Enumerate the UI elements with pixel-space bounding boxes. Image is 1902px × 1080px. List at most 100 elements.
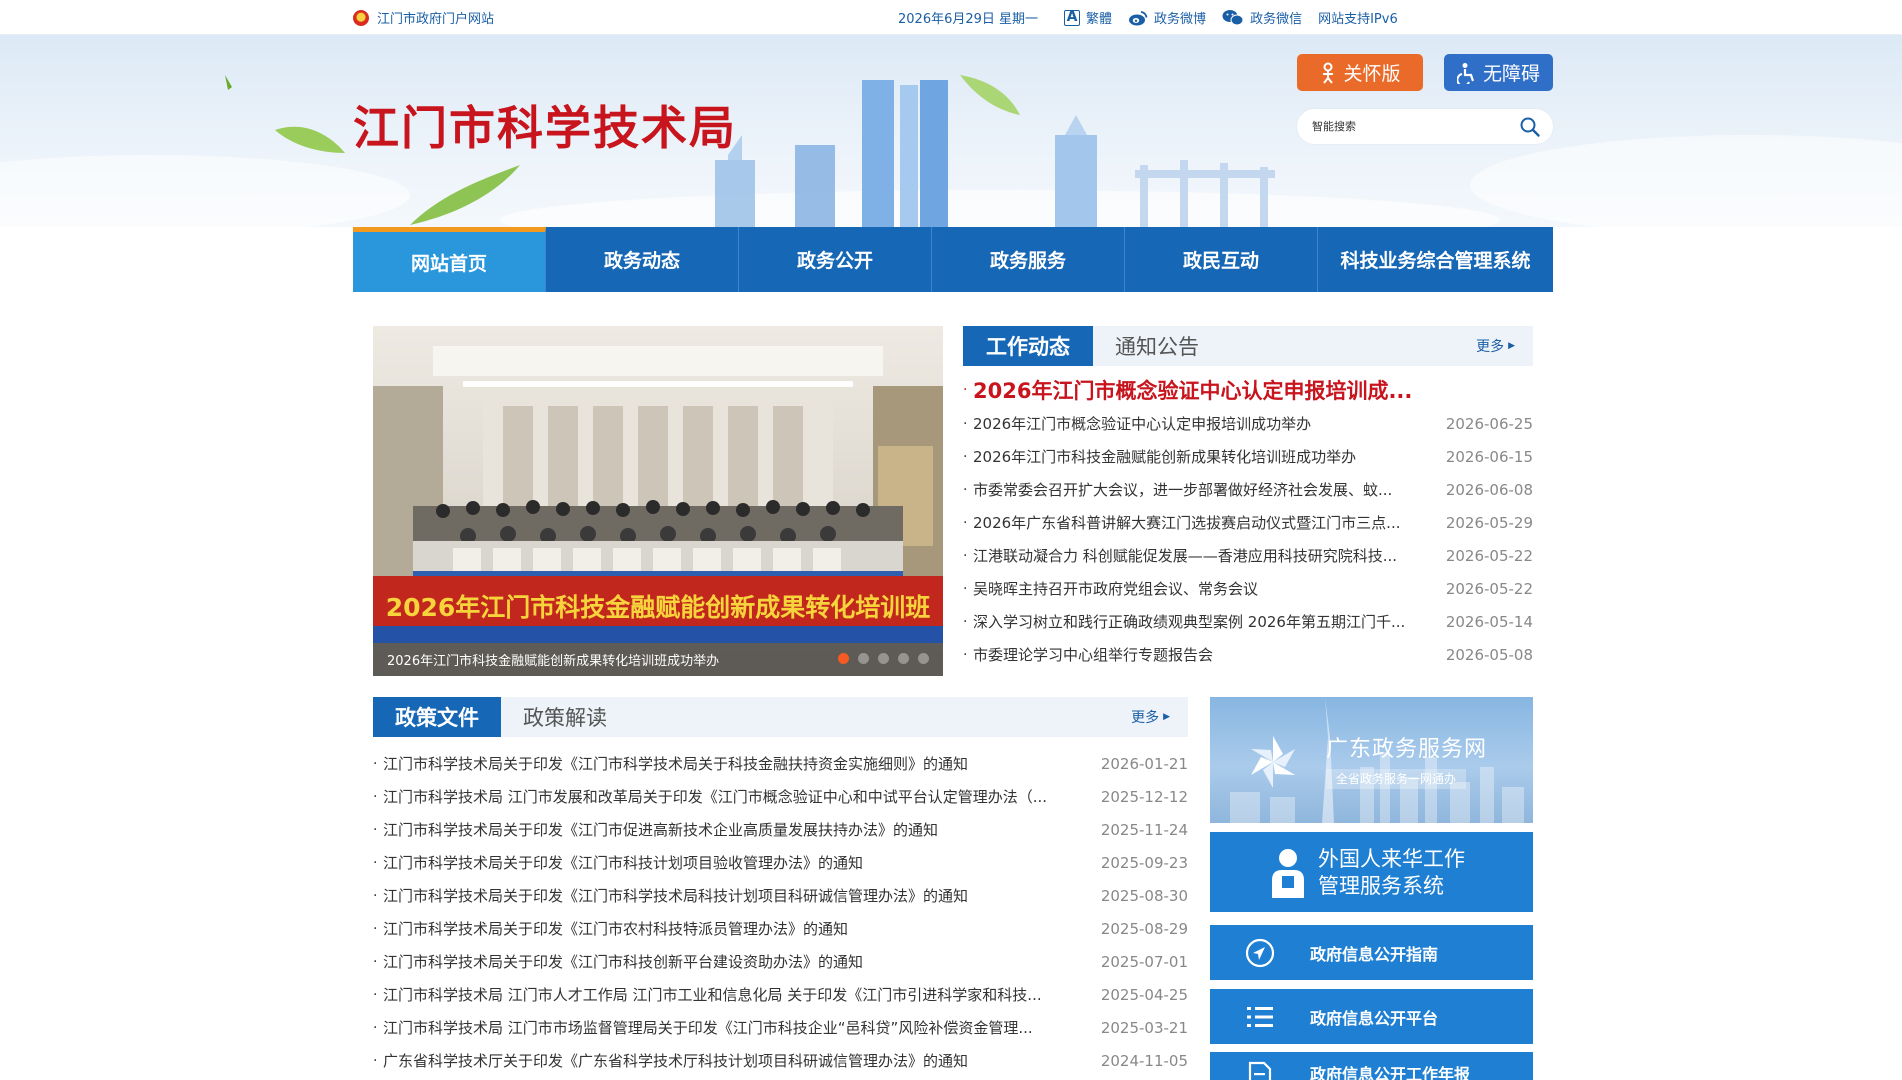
traditional-chinese-link[interactable]: A 繁體	[1064, 8, 1112, 27]
nav-government-news[interactable]: 政务动态	[546, 227, 739, 292]
info-disclosure-guide-label: 政府信息公开指南	[1310, 944, 1439, 964]
foreigner-work-system-banner[interactable]: 外国人来华工作 管理服务系统	[1210, 832, 1533, 912]
tab-work-news[interactable]: 工作动态	[963, 326, 1093, 366]
list-item[interactable]: · 江门市科学技术局关于印发《江门市科学技术局科技计划项目科研诚信管理办法》的通知…	[373, 879, 1188, 912]
list-icon	[1247, 1006, 1273, 1027]
portal-link-label: 江门市政府门户网站	[377, 12, 495, 27]
bullet: ·	[963, 580, 968, 597]
list-item[interactable]: · 江门市科学技术局 江门市人才工作局 江门市工业和信息化局 关于印发《江门市引进…	[373, 978, 1188, 1011]
list-item[interactable]: · 江门市科学技术局关于印发《江门市科学技术局关于科技金融扶持资金实施细则》的通知…	[373, 747, 1188, 780]
list-item[interactable]: · 江门市科学技术局 江门市市场监督管理局关于印发《江门市科技企业“邑科贷”风险补…	[373, 1011, 1188, 1044]
policy-date: 2025-12-12	[1100, 787, 1188, 806]
list-item[interactable]: · 市委理论学习中心组举行专题报告会 2026-05-08	[963, 638, 1533, 671]
work-news-panel-header: 工作动态 通知公告 更多 ▶	[963, 326, 1533, 366]
list-item[interactable]: · 深入学习树立和践行正确政绩观典型案例 2026年第五期江门千... 2026-0…	[963, 605, 1533, 638]
ipv6-label: 网站支持IPv6	[1318, 12, 1398, 27]
news-date: 2026-05-08	[1445, 645, 1533, 664]
carousel-caption[interactable]: 2026年江门市科技金融赋能创新成果转化培训班成功举办	[387, 650, 719, 669]
nav-government-disclosure[interactable]: 政务公开	[739, 227, 932, 292]
traditional-chinese-icon: A	[1064, 9, 1081, 26]
nav-tech-management-system[interactable]: 科技业务综合管理系统	[1318, 227, 1553, 292]
more-label: 更多	[1131, 710, 1160, 726]
tab-policy-documents[interactable]: 政策文件	[373, 697, 501, 737]
list-item[interactable]: · 江港联动凝合力 科创赋能促发展——香港应用科技研究院科技... 2026-05-…	[963, 539, 1533, 572]
accessibility-icon	[1456, 62, 1475, 84]
headline-news[interactable]: · 2026年江门市概念验证中心认定申报培训成...	[963, 373, 1533, 407]
news-title: 市委理论学习中心组举行专题报告会	[973, 646, 1214, 664]
policy-more-link[interactable]: 更多 ▶	[1131, 697, 1170, 737]
care-mode-button[interactable]: 关怀版	[1297, 54, 1423, 91]
news-date: 2026-05-14	[1445, 612, 1533, 631]
policy-date: 2026-01-21	[1100, 754, 1188, 773]
info-disclosure-platform-label: 政府信息公开平台	[1310, 1008, 1439, 1028]
ipv6-link[interactable]: 网站支持IPv6	[1318, 8, 1398, 27]
care-mode-label: 关怀版	[1343, 63, 1401, 85]
document-icon	[1248, 1061, 1272, 1080]
weibo-label: 政务微博	[1154, 12, 1207, 27]
nav-public-interaction[interactable]: 政民互动	[1125, 227, 1318, 292]
wechat-label: 政务微信	[1250, 12, 1303, 27]
national-emblem-icon	[353, 9, 369, 26]
list-item[interactable]: · 江门市科学技术局 江门市发展和改革局关于印发《江门市概念验证中心和中试平台认定…	[373, 780, 1188, 813]
nav-home[interactable]: 网站首页	[353, 227, 546, 292]
weibo-icon	[1129, 10, 1148, 25]
current-date: 2026年6月29日 星期一	[898, 12, 1039, 27]
news-carousel[interactable]: 2026年江门市科技金融赋能创新成果转化培训班 2026年江门市科技金融赋能创新…	[373, 326, 943, 676]
foreign-system-title: 外国人来华工作 管理服务系统	[1318, 846, 1465, 900]
carousel-dot-1[interactable]	[838, 653, 849, 664]
gd-service-subtitle: 全省政务服务一网通办	[1326, 769, 1467, 789]
list-item[interactable]: · 江门市科学技术局关于印发《江门市农村科技特派员管理办法》的通知 2025-08-…	[373, 912, 1188, 945]
weibo-link[interactable]: 政务微博	[1128, 8, 1206, 27]
policy-list: · 江门市科学技术局关于印发《江门市科学技术局关于科技金融扶持资金实施细则》的通知…	[373, 747, 1188, 1077]
info-disclosure-guide-button[interactable]: 政府信息公开指南	[1210, 925, 1533, 980]
tab-policy-interpretation[interactable]: 政策解读	[501, 697, 629, 737]
accessibility-button[interactable]: 无障碍	[1444, 54, 1553, 91]
wechat-link[interactable]: 政务微信	[1222, 8, 1302, 27]
bullet: ·	[963, 613, 968, 630]
bullet: ·	[963, 382, 968, 398]
list-item[interactable]: · 江门市科学技术局关于印发《江门市促进高新技术企业高质量发展扶持办法》的通知 20…	[373, 813, 1188, 846]
news-title: 2026年广东省科普讲解大赛江门选拔赛启动仪式暨江门市三点...	[973, 514, 1401, 532]
policy-date: 2025-03-21	[1100, 1018, 1188, 1037]
policy-date: 2025-04-25	[1100, 985, 1188, 1004]
list-item[interactable]: · 吴晓晖主持召开市政府党组会议、常务会议 2026-05-22	[963, 572, 1533, 605]
news-title: 吴晓晖主持召开市政府党组会议、常务会议	[973, 580, 1259, 598]
carousel-dot-2[interactable]	[858, 653, 869, 664]
list-item[interactable]: · 广东省科学技术厅关于印发《广东省科学技术厅科技计划项目科研诚信管理办法》的通知…	[373, 1044, 1188, 1077]
carousel-dot-3[interactable]	[878, 653, 889, 664]
bullet: ·	[373, 854, 378, 871]
guangdong-gov-service-banner[interactable]: 广东政务服务网 全省政务服务一网通办	[1210, 697, 1533, 823]
tab-notices[interactable]: 通知公告	[1093, 326, 1221, 366]
carousel-dot-5[interactable]	[918, 653, 929, 664]
bullet: ·	[963, 415, 968, 432]
bullet: ·	[373, 887, 378, 904]
bullet: ·	[373, 1019, 378, 1036]
work-news-more-link[interactable]: 更多 ▶	[1476, 326, 1515, 366]
gd-service-title: 广东政务服务网	[1326, 737, 1488, 762]
news-date: 2026-06-08	[1445, 480, 1533, 499]
list-item[interactable]: · 2026年江门市概念验证中心认定申报培训成功举办 2026-06-25	[963, 407, 1533, 440]
info-disclosure-annual-report-button[interactable]: 政府信息公开工作年报	[1210, 1052, 1533, 1080]
list-item[interactable]: · 2026年广东省科普讲解大赛江门选拔赛启动仪式暨江门市三点... 2026-05…	[963, 506, 1533, 539]
list-item[interactable]: · 2026年江门市科技金融赋能创新成果转化培训班成功举办 2026-06-15	[963, 440, 1533, 473]
bullet: ·	[373, 788, 378, 805]
search-box	[1297, 109, 1553, 144]
work-news-list: · 2026年江门市概念验证中心认定申报培训成功举办 2026-06-25 · 202…	[963, 407, 1533, 671]
search-icon[interactable]	[1519, 116, 1541, 138]
carousel-dot-4[interactable]	[898, 653, 909, 664]
news-title: 市委常委会召开扩大会议，进一步部署做好经济社会发展、蚊...	[973, 481, 1393, 499]
compass-arrow-icon	[1245, 938, 1275, 967]
list-item[interactable]: · 江门市科学技术局关于印发《江门市科技创新平台建设资助办法》的通知 2025-07…	[373, 945, 1188, 978]
search-input[interactable]	[1312, 120, 1519, 133]
info-disclosure-platform-button[interactable]: 政府信息公开平台	[1210, 989, 1533, 1044]
government-portal-link[interactable]: 江门市政府门户网站	[353, 0, 494, 35]
list-item[interactable]: · 市委常委会召开扩大会议，进一步部署做好经济社会发展、蚊... 2026-06-0…	[963, 473, 1533, 506]
list-item[interactable]: · 江门市科学技术局关于印发《江门市科技计划项目验收管理办法》的通知 2025-09…	[373, 846, 1188, 879]
carousel-photo[interactable]: 2026年江门市科技金融赋能创新成果转化培训班	[373, 326, 943, 676]
bullet: ·	[373, 953, 378, 970]
bullet: ·	[963, 448, 968, 465]
policy-title: 江门市科学技术局 江门市发展和改革局关于印发《江门市概念验证中心和中试平台认定管…	[383, 788, 1048, 806]
policy-date: 2025-11-24	[1100, 820, 1188, 839]
nav-government-services[interactable]: 政务服务	[932, 227, 1125, 292]
news-date: 2026-05-22	[1445, 579, 1533, 598]
